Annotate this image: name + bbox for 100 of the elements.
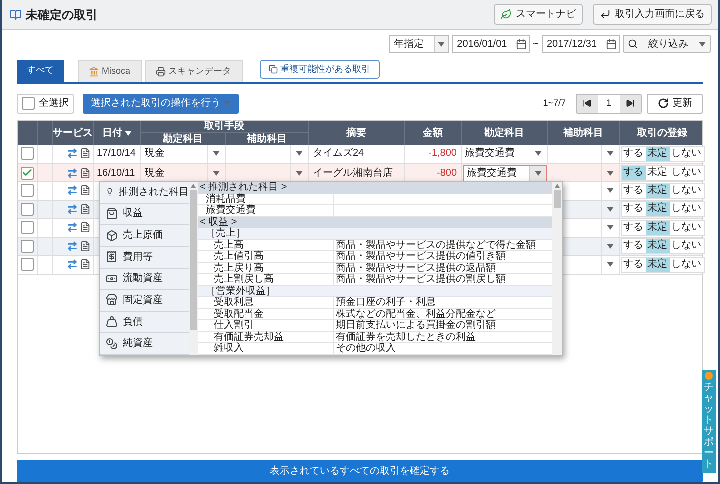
checkbox[interactable] — [21, 221, 34, 234]
column-header: 金額 — [423, 128, 443, 138]
checkbox[interactable] — [21, 240, 34, 253]
registration-option[interactable]: 未定 — [646, 184, 670, 198]
banknote-icon — [106, 272, 118, 285]
date-from-field[interactable]: 2016/01/01 — [452, 35, 530, 53]
caret-icon — [438, 42, 446, 46]
first-page-icon — [583, 99, 592, 108]
first-page-button[interactable] — [577, 94, 598, 112]
registration-option[interactable]: する — [622, 146, 646, 161]
sort-icon — [124, 130, 132, 136]
account-option[interactable]: 消耗品費 — [206, 194, 333, 204]
exchange-icon[interactable] — [67, 259, 78, 270]
tab[interactable]: スキャンデータ — [144, 60, 243, 82]
registration-option[interactable]: する — [622, 220, 646, 235]
scrollbar[interactable] — [189, 182, 198, 355]
account-option[interactable]: 売上値引高 — [214, 251, 333, 262]
account-option[interactable]: 仕入割引 — [214, 320, 333, 331]
registration-option[interactable]: する — [622, 166, 646, 180]
amount-cell-text: -800 — [436, 166, 457, 180]
account-note: 株式などの配当金、利益分配金など — [336, 308, 497, 319]
exchange-icon[interactable] — [67, 204, 78, 215]
account-select[interactable]: 旅費交通費 — [463, 164, 547, 182]
document-icon[interactable] — [80, 222, 91, 234]
checkbox[interactable] — [21, 147, 34, 160]
period-select[interactable]: 年指定 — [389, 35, 450, 53]
caret-icon — [535, 151, 542, 156]
document-icon[interactable] — [80, 204, 91, 215]
printer-icon — [156, 66, 166, 76]
account-select[interactable]: 旅費交通費 — [462, 145, 547, 162]
duplicate-button[interactable]: 重複可能性がある取引 — [260, 60, 380, 79]
registration-option[interactable]: 未定 — [646, 146, 670, 161]
bulk-action-button[interactable]: 選択された取引の操作を行う — [83, 94, 239, 114]
column-group-header: 取引手段 — [204, 121, 244, 132]
calendar-icon — [606, 38, 617, 50]
document-icon[interactable] — [80, 259, 91, 270]
exchange-icon[interactable] — [67, 168, 78, 178]
account-option[interactable]: 受取配当金 — [214, 308, 333, 320]
filter-button[interactable]: 絞り込み — [623, 35, 711, 53]
column-header: 勘定科目 — [484, 128, 524, 138]
scrollbar-thumb[interactable] — [190, 190, 197, 330]
next-page-button[interactable] — [620, 94, 641, 112]
account-option[interactable]: 旅費交通費 — [206, 205, 333, 216]
coins-icon — [106, 338, 118, 350]
scroll-up-icon[interactable] — [554, 184, 560, 188]
tab[interactable]: すべて — [17, 60, 64, 82]
select-all-button[interactable]: 全選択 — [17, 94, 74, 114]
exchange-icon[interactable] — [67, 240, 78, 252]
method-account-cell[interactable]: 現金 — [145, 146, 165, 162]
column-header: 摘要 — [346, 128, 366, 138]
leaf-icon — [501, 9, 512, 20]
exchange-icon[interactable] — [67, 222, 78, 234]
method-account-cell[interactable]: 現金 — [145, 166, 165, 180]
registration-option[interactable]: 未定 — [646, 220, 670, 235]
registration-option[interactable]: 未定 — [646, 258, 670, 272]
document-icon[interactable] — [80, 185, 91, 196]
subgroup-header: ［売上］ — [198, 228, 552, 240]
checkbox[interactable] — [21, 166, 34, 180]
store-icon — [106, 294, 118, 306]
checkbox[interactable] — [21, 184, 34, 198]
scrollbar[interactable] — [552, 182, 562, 355]
document-icon[interactable] — [80, 240, 91, 252]
column-header: 補助科目 — [247, 134, 287, 144]
registration-option[interactable]: する — [622, 258, 646, 272]
account-option[interactable]: 受取利息 — [214, 297, 333, 308]
date-to-field[interactable]: 2017/12/31 — [542, 35, 620, 53]
checkbox[interactable] — [21, 258, 34, 272]
exchange-icon[interactable] — [67, 148, 78, 160]
caret-icon — [224, 101, 231, 106]
document-icon[interactable] — [80, 148, 91, 160]
registration-option[interactable]: する — [622, 184, 646, 198]
caret-icon — [213, 170, 220, 176]
table-row[interactable]: 17/10/14 現金 タイムズ24 -1,800 旅費交通費 する 未定 しない — [18, 145, 702, 164]
refresh-button[interactable]: 更新 — [647, 94, 703, 114]
account-option[interactable]: 有価証券売却益 — [214, 332, 333, 342]
registration-option[interactable]: 未定 — [646, 202, 670, 216]
back-button[interactable]: 取引入力画面に戻る — [593, 4, 712, 25]
registration-option[interactable]: 未定 — [646, 239, 670, 254]
account-option[interactable]: 売上戻り高 — [214, 262, 333, 274]
check-icon — [22, 167, 33, 179]
calendar-icon — [516, 38, 528, 50]
column-header: 取引の登録 — [638, 128, 688, 138]
account-option[interactable]: 売上高 — [214, 240, 333, 250]
page-field[interactable]: 1 — [598, 94, 620, 112]
date-cell-text: 17/10/14 — [97, 147, 136, 162]
scrollbar-thumb[interactable] — [554, 190, 560, 208]
confirm-all-button[interactable]: 表示されているすべての取引を確定する — [17, 460, 703, 482]
column-header[interactable]: 日付 — [102, 128, 122, 138]
checkbox[interactable] — [21, 202, 34, 216]
caret-icon — [607, 151, 614, 156]
checkbox[interactable] — [22, 97, 35, 110]
table-row[interactable]: 16/10/11 現金 イーグル湘南台店 -800 旅費交通費 する 未定 しない — [18, 164, 702, 182]
navi-button[interactable]: スマートナビ — [494, 4, 583, 25]
account-option[interactable]: 雑収入 — [214, 343, 333, 354]
document-icon[interactable] — [80, 168, 91, 178]
exchange-icon[interactable] — [67, 185, 78, 196]
account-option[interactable]: 売上割戻し高 — [214, 274, 333, 285]
scroll-up-icon[interactable] — [191, 184, 196, 188]
description-cell-text: イーグル湘南台店 — [313, 166, 393, 180]
tab[interactable]: Misoca — [78, 60, 142, 82]
